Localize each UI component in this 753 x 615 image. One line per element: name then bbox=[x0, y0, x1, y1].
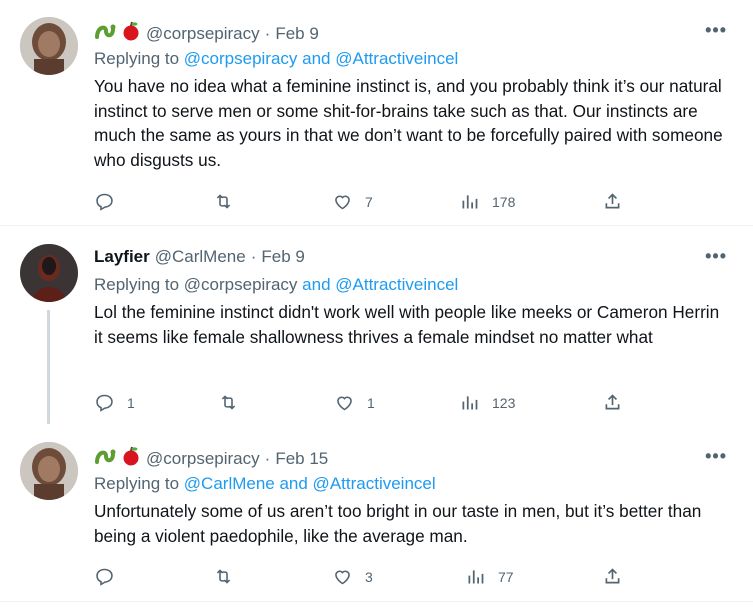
divider bbox=[0, 601, 753, 602]
reply-button[interactable] bbox=[94, 566, 127, 587]
user-handle[interactable]: @corpsepiracy bbox=[146, 448, 260, 470]
user-handle[interactable]: @CarlMene bbox=[155, 246, 246, 268]
retweet-icon bbox=[221, 395, 236, 410]
like-count: 3 bbox=[365, 568, 373, 585]
like-icon bbox=[337, 396, 352, 411]
tweet-date[interactable]: Feb 15 bbox=[275, 448, 328, 470]
thread-line bbox=[47, 310, 50, 424]
views-count: 77 bbox=[498, 568, 514, 585]
like-count: 1 bbox=[367, 394, 375, 411]
avatar[interactable] bbox=[20, 244, 78, 302]
reply-count: 1 bbox=[127, 394, 135, 411]
replying-prefix: Replying to bbox=[94, 275, 180, 294]
tweet-header: @corpsepiracy · Feb 15 bbox=[94, 446, 328, 472]
share-icon bbox=[605, 394, 620, 410]
like-icon bbox=[335, 195, 350, 210]
tweet-header: Layfier @CarlMene · Feb 9 bbox=[94, 246, 305, 268]
retweet-button[interactable] bbox=[213, 191, 246, 212]
replying-to: Replying to @corpsepiracy and @Attractiv… bbox=[94, 48, 458, 70]
replying-to-link[interactable]: @corpsepiracy and @Attractiveincel bbox=[184, 49, 459, 68]
action-bar: 1 1 123 bbox=[94, 392, 634, 416]
tweet-1[interactable]: @corpsepiracy · Feb 9 ••• Replying to @c… bbox=[0, 0, 753, 225]
share-icon bbox=[605, 193, 620, 209]
separator: · bbox=[250, 247, 257, 266]
emoji-apple-icon bbox=[121, 446, 141, 472]
avatar[interactable] bbox=[20, 17, 78, 75]
like-button[interactable]: 3 bbox=[332, 566, 373, 587]
emoji-apple-icon bbox=[121, 21, 141, 47]
views-icon bbox=[462, 195, 478, 209]
reply-icon bbox=[96, 568, 113, 586]
views-button[interactable]: 77 bbox=[465, 566, 514, 587]
tweet-date[interactable]: Feb 9 bbox=[261, 246, 304, 268]
replying-to-link[interactable]: @CarlMene and @Attractiveincel bbox=[184, 474, 436, 493]
tweet-text: You have no idea what a feminine instinc… bbox=[94, 76, 723, 170]
retweet-button[interactable] bbox=[213, 566, 246, 587]
separator: · bbox=[264, 449, 271, 468]
user-handle[interactable]: @corpsepiracy bbox=[146, 23, 260, 45]
emoji-snake-icon bbox=[94, 446, 116, 472]
views-button[interactable]: 178 bbox=[459, 191, 515, 212]
like-button[interactable]: 7 bbox=[332, 191, 373, 212]
separator: · bbox=[264, 24, 271, 43]
retweet-icon bbox=[216, 194, 231, 209]
views-icon bbox=[468, 570, 484, 584]
action-bar: 3 77 bbox=[94, 566, 634, 590]
views-count: 178 bbox=[492, 193, 516, 210]
tweet-2[interactable]: Layfier @CarlMene · Feb 9 ••• Replying t… bbox=[0, 226, 753, 426]
reply-icon bbox=[96, 394, 113, 412]
emoji-snake-icon bbox=[94, 21, 116, 47]
replying-user[interactable]: @corpsepiracy bbox=[184, 275, 298, 294]
action-bar: 7 178 bbox=[94, 191, 634, 215]
tweet-3[interactable]: @corpsepiracy · Feb 15 ••• Replying to @… bbox=[0, 426, 753, 601]
like-icon bbox=[335, 570, 350, 585]
tweet-date[interactable]: Feb 9 bbox=[275, 23, 318, 45]
more-icon[interactable]: ••• bbox=[705, 20, 727, 41]
reply-icon bbox=[96, 193, 113, 211]
tweet-header: @corpsepiracy · Feb 9 bbox=[94, 21, 319, 47]
more-icon[interactable]: ••• bbox=[705, 246, 727, 267]
views-icon bbox=[462, 396, 478, 410]
views-button[interactable]: 123 bbox=[459, 392, 515, 413]
display-name[interactable]: Layfier bbox=[94, 246, 150, 268]
reply-button[interactable] bbox=[94, 191, 127, 212]
more-icon[interactable]: ••• bbox=[705, 446, 727, 467]
share-button[interactable] bbox=[602, 191, 623, 212]
tweet-text: Lol the feminine instinct didn't work we… bbox=[94, 302, 720, 347]
retweet-icon bbox=[216, 569, 231, 584]
avatar[interactable] bbox=[20, 442, 78, 500]
replying-prefix: Replying to bbox=[94, 474, 180, 493]
like-button[interactable]: 1 bbox=[334, 392, 375, 413]
replying-prefix: Replying to bbox=[94, 49, 180, 68]
retweet-button[interactable] bbox=[218, 392, 251, 413]
share-icon bbox=[605, 568, 620, 584]
replying-to: Replying to @CarlMene and @Attractiveinc… bbox=[94, 473, 436, 495]
replying-to-link[interactable]: and @Attractiveincel bbox=[302, 275, 458, 294]
tweet-text: Unfortunately some of us aren’t too brig… bbox=[94, 501, 702, 546]
share-button[interactable] bbox=[602, 566, 623, 587]
like-count: 7 bbox=[365, 193, 373, 210]
views-count: 123 bbox=[492, 394, 516, 411]
share-button[interactable] bbox=[602, 392, 623, 413]
reply-button[interactable]: 1 bbox=[94, 392, 135, 413]
replying-to: Replying to @corpsepiracy and @Attractiv… bbox=[94, 274, 458, 296]
